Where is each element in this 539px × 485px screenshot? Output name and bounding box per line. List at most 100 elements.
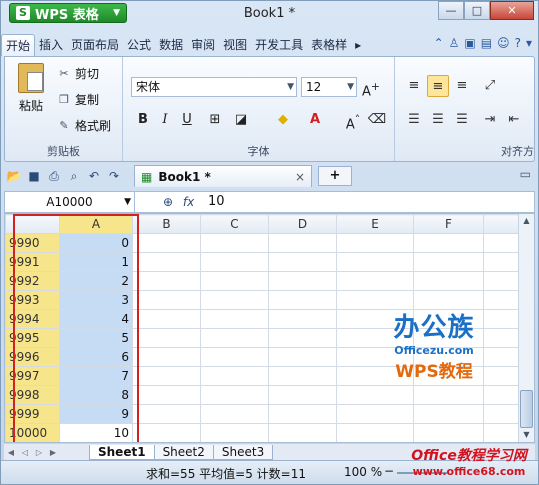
new-tab-button[interactable]: + [318, 166, 352, 186]
column-header-d[interactable]: D [268, 214, 337, 234]
zoom-out-icon[interactable]: − [384, 464, 394, 478]
sheet-tab-2[interactable]: Sheet2 [153, 444, 214, 460]
empty-cell[interactable] [268, 252, 337, 272]
empty-cell[interactable] [132, 252, 201, 272]
empty-cell[interactable] [336, 423, 414, 442]
row-header[interactable]: 9998 [5, 385, 60, 405]
cell-a[interactable]: 2 [59, 271, 133, 291]
column-header-a[interactable]: A [59, 214, 133, 234]
empty-cell[interactable] [268, 423, 337, 442]
gift-icon[interactable]: ▣ [464, 36, 475, 50]
function-icon[interactable]: fx [183, 195, 194, 209]
empty-cell[interactable] [200, 385, 269, 405]
empty-cell[interactable] [132, 385, 201, 405]
underline-icon[interactable]: U [177, 110, 197, 130]
align-bottom-icon[interactable]: ≡ [451, 75, 473, 97]
empty-cell[interactable] [413, 385, 484, 405]
empty-cell[interactable] [268, 290, 337, 310]
empty-cell[interactable] [336, 385, 414, 405]
empty-cell[interactable] [413, 233, 484, 253]
picture-icon[interactable]: ▤ [481, 36, 492, 50]
next-sheet-icon[interactable]: ▷ [32, 448, 46, 457]
empty-cell[interactable] [132, 233, 201, 253]
undo-icon[interactable]: ↶ [84, 166, 104, 186]
align-middle-icon[interactable]: ≡ [427, 75, 449, 97]
cell-a[interactable]: 10 [59, 423, 133, 442]
empty-cell[interactable] [336, 252, 414, 272]
empty-cell[interactable] [268, 366, 337, 386]
align-center-icon[interactable]: ☰ [427, 109, 449, 131]
outdent-icon[interactable]: ⇤ [503, 109, 525, 131]
tab-home[interactable]: 开始 [1, 34, 36, 56]
empty-cell[interactable] [413, 271, 484, 291]
tabs-scroll-right-icon[interactable]: ▸ [351, 34, 365, 56]
first-sheet-icon[interactable]: ◀ [4, 448, 18, 457]
empty-cell[interactable] [336, 271, 414, 291]
empty-cell[interactable] [413, 252, 484, 272]
zoom-formula-icon[interactable]: ⊕ [163, 195, 173, 209]
row-header[interactable]: 9996 [5, 347, 60, 367]
empty-cell[interactable] [200, 423, 269, 442]
cell-style-icon[interactable]: ◪ [231, 110, 251, 130]
row-header[interactable]: 9993 [5, 290, 60, 310]
align-left-icon[interactable]: ☰ [403, 109, 425, 131]
empty-cell[interactable] [200, 233, 269, 253]
empty-cell[interactable] [132, 309, 201, 329]
column-header-e[interactable]: E [336, 214, 414, 234]
italic-icon[interactable]: I [155, 110, 175, 130]
empty-cell[interactable] [413, 423, 484, 442]
column-header-f[interactable]: F [413, 214, 484, 234]
maximize-button[interactable]: □ [464, 1, 490, 20]
row-header[interactable]: 9991 [5, 252, 60, 272]
scroll-thumb[interactable] [520, 390, 533, 428]
row-header[interactable]: 9997 [5, 366, 60, 386]
row-header[interactable]: 9990 [5, 233, 60, 253]
print-preview-icon[interactable]: ⌕ [64, 166, 84, 186]
restore-window-icon[interactable]: ▭ [520, 167, 531, 181]
empty-cell[interactable] [132, 271, 201, 291]
row-header[interactable]: 9992 [5, 271, 60, 291]
tab-page-layout[interactable]: 页面布局 [67, 34, 123, 56]
empty-cell[interactable] [200, 404, 269, 424]
cell-a[interactable]: 4 [59, 309, 133, 329]
empty-cell[interactable] [483, 404, 519, 424]
tab-data[interactable]: 数据 [155, 34, 187, 56]
tab-insert[interactable]: 插入 [35, 34, 67, 56]
empty-cell[interactable] [483, 385, 519, 405]
row-header[interactable]: 9994 [5, 309, 60, 329]
indent-icon[interactable]: ⇥ [479, 109, 501, 131]
empty-cell[interactable] [336, 233, 414, 253]
column-header-empty[interactable] [483, 214, 519, 234]
zoom-level[interactable]: 100 % [344, 465, 382, 479]
tab-formulas[interactable]: 公式 [123, 34, 155, 56]
cell-a[interactable]: 0 [59, 233, 133, 253]
select-all-corner[interactable] [5, 214, 60, 234]
empty-cell[interactable] [268, 385, 337, 405]
empty-cell[interactable] [200, 366, 269, 386]
scroll-down-icon[interactable]: ▼ [519, 428, 534, 442]
borders-icon[interactable]: ⊞ [205, 110, 225, 130]
tab-developer[interactable]: 开发工具 [251, 34, 307, 56]
column-header-c[interactable]: C [200, 214, 269, 234]
formula-input[interactable]: 10 [208, 192, 225, 212]
align-right-icon[interactable]: ☰ [451, 109, 473, 131]
chevron-down-icon[interactable]: ▾ [526, 36, 532, 50]
empty-cell[interactable] [132, 423, 201, 442]
empty-cell[interactable] [336, 404, 414, 424]
print-icon[interactable]: ⎙ [44, 166, 64, 186]
copy-button[interactable]: ❐ 复制 [57, 91, 99, 108]
empty-cell[interactable] [268, 328, 337, 348]
cell-a[interactable]: 9 [59, 404, 133, 424]
column-header-b[interactable]: B [132, 214, 201, 234]
empty-cell[interactable] [413, 404, 484, 424]
empty-cell[interactable] [200, 271, 269, 291]
vertical-scrollbar[interactable]: ▲ ▼ [518, 214, 534, 442]
last-sheet-icon[interactable]: ▶ [46, 448, 60, 457]
fill-color-icon[interactable]: ◆ [273, 110, 293, 130]
cell-a[interactable]: 8 [59, 385, 133, 405]
font-color-icon[interactable]: A [305, 110, 325, 130]
close-button[interactable]: ✕ [490, 1, 534, 20]
minimize-button[interactable]: — [438, 1, 464, 20]
empty-cell[interactable] [200, 309, 269, 329]
close-icon[interactable]: × [295, 170, 305, 184]
